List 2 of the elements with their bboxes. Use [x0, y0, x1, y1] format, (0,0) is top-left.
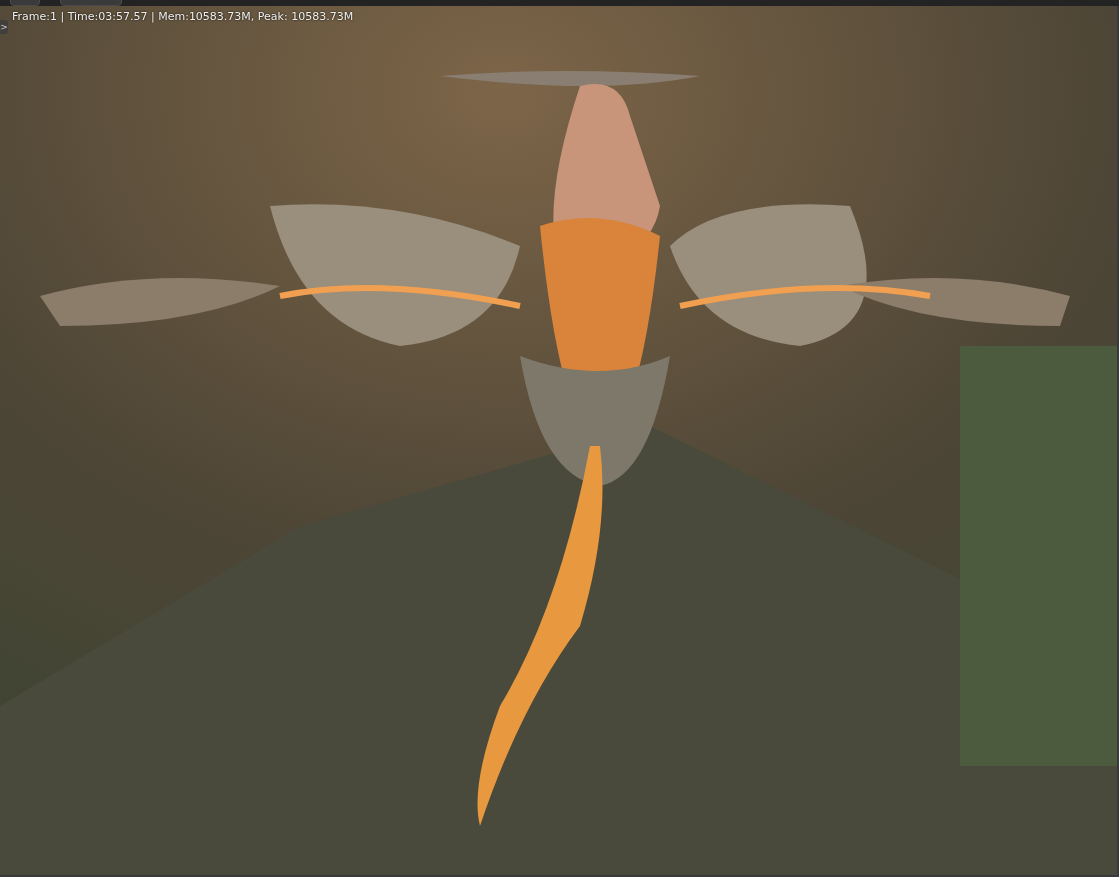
sidebar-toggle[interactable]: >	[0, 20, 8, 34]
render-status-text: Frame:1 | Time:03:57.57 | Mem:10583.73M, Peak: 10583.73M	[12, 10, 354, 23]
